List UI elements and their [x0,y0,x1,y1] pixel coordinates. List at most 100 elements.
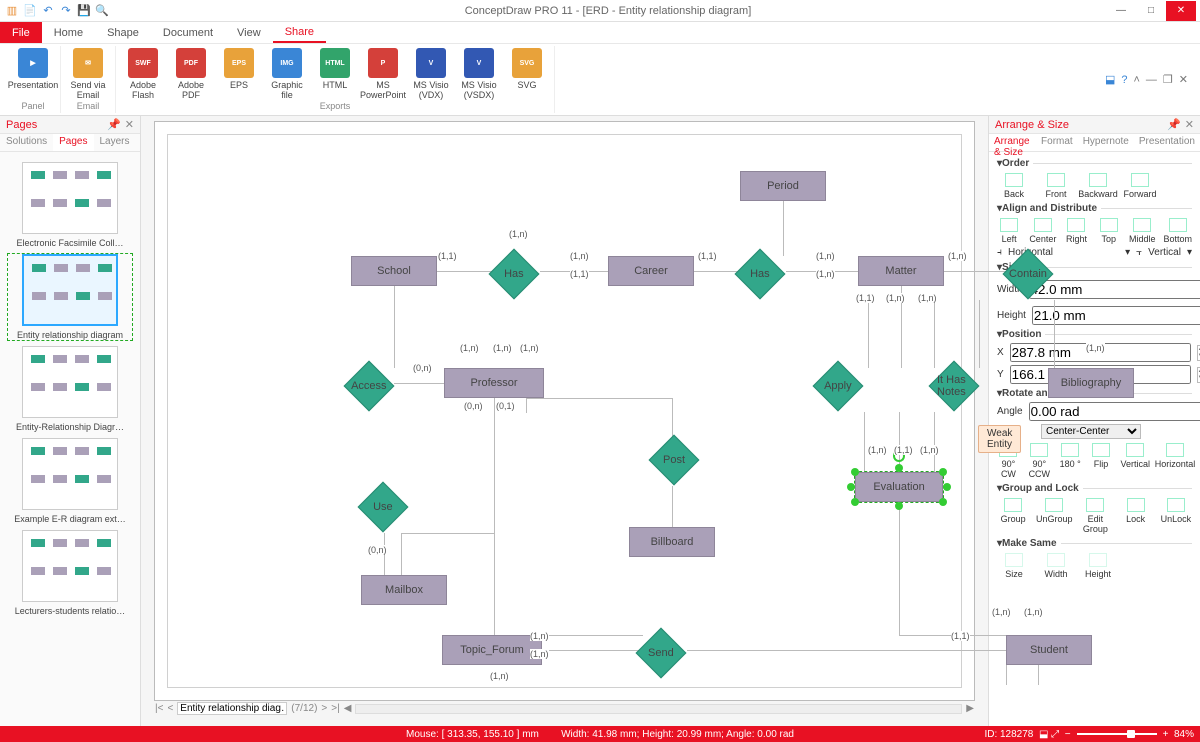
win-restore-icon[interactable]: ❐ [1163,73,1173,86]
entity-mailbox[interactable]: Mailbox [361,575,447,605]
selection-handle[interactable] [847,483,855,491]
qat-save-icon[interactable]: 💾 [76,3,92,19]
page-thumb-1[interactable]: Entity relationship diagram [8,254,132,340]
rtab-presentation[interactable]: Presentation [1134,134,1200,151]
ribbon-ms-visio-(vdx)[interactable]: VMS Visio(VDX) [408,46,454,101]
pin-select[interactable]: Center-Center [1041,424,1141,439]
flip-v-button[interactable]: Vertical [1121,443,1151,479]
selection-handle[interactable] [895,464,903,472]
entity-career[interactable]: Career [608,256,694,286]
qat-preview-icon[interactable]: 🔍 [94,3,110,19]
sheet-name-input[interactable] [177,702,287,715]
align-right-button[interactable]: Right [1064,218,1088,244]
pin-icon[interactable]: 📌 [107,118,121,131]
relationship-use[interactable]: Use [358,482,409,533]
ribbon-ms-powerpoint[interactable]: PMSPowerPoint [360,46,406,101]
unlock-button[interactable]: UnLock [1160,498,1192,534]
entity-billboard[interactable]: Billboard [629,527,715,557]
sheet-nav-next-icon[interactable]: > [321,703,327,714]
editgroup-button[interactable]: Edit Group [1079,498,1111,534]
align-bottom-button[interactable]: Bottom [1163,218,1192,244]
relationship-notes[interactable]: It Has Notes [929,361,980,412]
section-align[interactable]: ▾ Align and Distribute [997,203,1192,214]
same-width-button[interactable]: Width [1039,553,1073,579]
selection-handle[interactable] [851,468,859,476]
ribbon-svg[interactable]: SVGSVG [504,46,550,101]
close-button[interactable]: ✕ [1166,1,1196,21]
same-size-button[interactable]: Size [997,553,1031,579]
canvas[interactable]: PeriodSchoolCareerMatterProfessorBibliog… [155,122,974,700]
relationship-send[interactable]: Send [636,628,687,679]
entity-evaluation[interactable]: Evaluation [855,472,943,502]
qat-redo-icon[interactable]: ↷ [58,3,74,19]
tab-file[interactable]: File [0,22,42,43]
selection-handle[interactable] [939,498,947,506]
align-left-button[interactable]: Left [997,218,1021,244]
order-front-button[interactable]: Front [1039,173,1073,199]
distribute-v-icon[interactable]: ⫟ [1136,247,1142,258]
ungroup-button[interactable]: UnGroup [1037,498,1071,534]
pages-tab-layers[interactable]: Layers [94,134,136,151]
pages-tab-solutions[interactable]: Solutions [0,134,53,151]
rotate-ccw-button[interactable]: 90° CCW [1028,443,1051,479]
rtab-format[interactable]: Format [1036,134,1078,151]
ribbon-presentation[interactable]: ▶Presentation [10,46,56,101]
win-close-icon[interactable]: ✕ [1179,73,1188,86]
rotate-180-button[interactable]: 180 ° [1059,443,1082,479]
same-height-button[interactable]: Height [1081,553,1115,579]
width-input[interactable] [1029,280,1200,299]
lock-button[interactable]: Lock [1120,498,1152,534]
section-order[interactable]: ▾ Order [997,158,1192,169]
section-makesame[interactable]: ▾ Make Same [997,538,1192,549]
flip-button[interactable]: Flip [1090,443,1113,479]
sheet-nav-first-icon[interactable]: |< [155,703,163,714]
section-position[interactable]: ▾ Position [997,329,1192,340]
align-center-button[interactable]: Center [1029,218,1056,244]
relationship-access[interactable]: Access [344,361,395,412]
relationship-apply[interactable]: Apply [813,361,864,412]
pages-tab-pages[interactable]: Pages [53,134,93,151]
relationship-post[interactable]: Post [649,435,700,486]
entity-school[interactable]: School [351,256,437,286]
angle-input[interactable] [1029,402,1200,421]
entity-matter[interactable]: Matter [858,256,944,286]
height-input[interactable] [1032,306,1200,325]
rtab-arrange[interactable]: Arrange & Size [989,134,1036,151]
help2-icon[interactable]: ? [1121,74,1127,86]
collapse-ribbon-icon[interactable]: ˄ [1133,74,1139,86]
selection-handle[interactable] [851,498,859,506]
flip-h-button[interactable]: Horizontal [1158,443,1192,479]
pin-icon[interactable]: 📌 [1167,118,1181,131]
tab-shape[interactable]: Shape [95,22,151,43]
order-back-button[interactable]: Back [997,173,1031,199]
selection-handle[interactable] [939,468,947,476]
status-ic1[interactable]: ⬓ [1039,729,1048,740]
distribute-h-icon[interactable]: ⫞ [997,247,1002,258]
group-button[interactable]: Group [997,498,1029,534]
ribbon-adobe-pdf[interactable]: PDFAdobePDF [168,46,214,101]
status-ic2[interactable]: ⤢ [1051,729,1059,740]
relationship-has2[interactable]: Has [735,249,786,300]
hscrollbar[interactable] [355,704,962,714]
entity-bibliography[interactable]: Bibliography [1048,368,1134,398]
relationship-has1[interactable]: Has [489,249,540,300]
hscroll-left-icon[interactable]: ◀ [344,703,352,714]
maximize-button[interactable]: □ [1136,1,1166,21]
tab-view[interactable]: View [225,22,273,43]
zoom-out-icon[interactable]: − [1065,729,1071,740]
page-thumb-3[interactable]: Example E-R diagram ext… [8,438,132,524]
entity-period[interactable]: Period [740,171,826,201]
tab-home[interactable]: Home [42,22,95,43]
align-top-button[interactable]: Top [1097,218,1121,244]
selection-handle[interactable] [943,483,951,491]
page-thumb-2[interactable]: Entity-Relationship Diagr… [8,346,132,432]
tab-document[interactable]: Document [151,22,225,43]
entity-professor[interactable]: Professor [444,368,544,398]
win-min-icon[interactable]: — [1146,74,1157,86]
qat-open-icon[interactable]: 📄 [22,3,38,19]
entity-topic[interactable]: Topic_Forum [442,635,542,665]
help-icon[interactable]: ⬓ [1105,73,1115,86]
page-thumb-4[interactable]: Lecturers-students relatio… [8,530,132,616]
close-panel-icon[interactable]: ✕ [1185,118,1194,131]
qat-undo-icon[interactable]: ↶ [40,3,56,19]
